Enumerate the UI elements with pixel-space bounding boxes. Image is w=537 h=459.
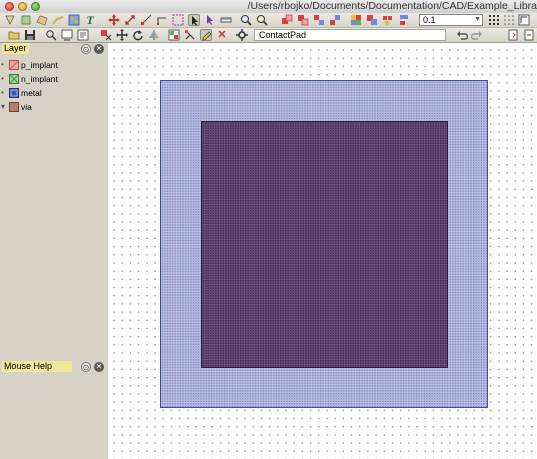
zoom-level-value: 0.1	[423, 15, 436, 25]
instance-tool-icon[interactable]	[68, 14, 80, 26]
layer-row-n-implant[interactable]: • n_implant	[0, 73, 107, 86]
layer-bottom-icon[interactable]	[329, 14, 341, 26]
undo-icon[interactable]	[456, 29, 469, 41]
document-icon[interactable]	[507, 29, 519, 41]
layer-name: via	[21, 102, 32, 112]
n-implant-swatch-icon	[9, 74, 19, 84]
move-icon[interactable]	[108, 14, 120, 26]
ruler-icon[interactable]	[220, 14, 232, 26]
layer-top-icon[interactable]	[313, 14, 325, 26]
close-panel-icon[interactable]: ✕	[94, 44, 104, 54]
layer-name: p_implant	[21, 60, 58, 70]
cut-icon[interactable]	[100, 29, 112, 41]
delete-icon[interactable]: ✕	[216, 29, 228, 41]
layer-palette-icon[interactable]	[168, 29, 180, 41]
layer-down-icon[interactable]	[297, 14, 309, 26]
wire-tool-icon[interactable]	[52, 14, 64, 26]
redo-icon[interactable]	[470, 29, 483, 41]
chevron-down-icon[interactable]: ▼	[474, 15, 481, 25]
window-title-bar: /Users/rbojko/Documents/Documentation/CA…	[0, 0, 537, 14]
zoom-level-combo[interactable]: 0.1 ▼	[419, 14, 483, 26]
layer-name: n_implant	[21, 74, 58, 84]
move-cross-icon[interactable]	[116, 29, 128, 41]
cell-name-field[interactable]: ContactPad	[254, 29, 446, 41]
eye-icon[interactable]: •	[1, 88, 4, 98]
settings-icon[interactable]	[236, 29, 248, 41]
layer-panel-title: Layer	[2, 43, 29, 54]
find-icon[interactable]	[45, 29, 57, 41]
left-dock-panel: Layer ⊙ ✕ • p_implant • n_implant • meta…	[0, 43, 107, 459]
layer-name: metal	[21, 88, 42, 98]
cell-hierarchy-icon[interactable]	[61, 29, 73, 41]
mouse-help-panel-title: Mouse Help	[2, 361, 72, 372]
layer-row-metal[interactable]: • metal	[0, 87, 107, 100]
polygon-tool-icon[interactable]	[36, 14, 48, 26]
window-minimize-button[interactable]	[18, 2, 27, 11]
window-close-button[interactable]	[5, 2, 14, 11]
edit-in-place-icon[interactable]	[200, 29, 212, 41]
rectangle-tool-icon[interactable]	[20, 14, 32, 26]
window-zoom-button[interactable]	[31, 2, 40, 11]
metal-swatch-icon	[9, 88, 19, 98]
mouse-help-panel-header: Mouse Help ⊙ ✕	[0, 361, 107, 373]
float-panel-icon[interactable]: ⊙	[81, 362, 91, 372]
layer-row-via[interactable]: ▾ via	[0, 101, 107, 114]
select-box-icon[interactable]	[172, 14, 184, 26]
scale-icon[interactable]	[140, 14, 152, 26]
metal-rectangle[interactable]	[201, 121, 448, 368]
cell-name-value: ContactPad	[259, 30, 307, 40]
export-icon[interactable]	[523, 29, 535, 41]
text-tool-icon[interactable]: T	[84, 14, 96, 26]
layer-row-p-implant[interactable]: • p_implant	[0, 59, 107, 72]
toolbar-bottom: ✕ ContactPad	[0, 28, 537, 43]
select-arrow-icon[interactable]	[188, 14, 200, 26]
zoom-in-icon[interactable]	[240, 14, 252, 26]
array-icon[interactable]	[382, 14, 394, 26]
toolbar-top: T 0.1 ▼	[0, 13, 537, 28]
p-implant-swatch-icon	[9, 60, 19, 70]
layer-panel-header: Layer ⊙ ✕	[0, 43, 107, 55]
open-folder-icon[interactable]	[8, 29, 20, 41]
zoom-out-icon[interactable]	[256, 14, 268, 26]
edit-points-icon[interactable]	[156, 14, 168, 26]
float-panel-icon[interactable]: ⊙	[81, 44, 91, 54]
boolean-icon[interactable]	[366, 14, 378, 26]
merge-icon[interactable]	[350, 14, 362, 26]
grid-icon[interactable]	[488, 14, 500, 26]
eye-icon[interactable]: •	[1, 60, 4, 70]
layer-up-icon[interactable]	[281, 14, 293, 26]
via-swatch-icon	[9, 102, 19, 112]
save-icon[interactable]	[24, 29, 36, 41]
eye-icon[interactable]: •	[1, 74, 4, 84]
align-icon[interactable]	[398, 14, 410, 26]
triangle-shape-icon[interactable]	[4, 14, 16, 26]
hierarchy-icon[interactable]	[184, 29, 196, 41]
rotate-icon[interactable]	[132, 29, 144, 41]
flip-icon[interactable]	[148, 29, 160, 41]
close-panel-icon[interactable]: ✕	[94, 362, 104, 372]
snap-icon[interactable]	[518, 14, 530, 26]
dotted-grid-icon[interactable]	[503, 14, 515, 26]
layout-canvas[interactable]	[108, 43, 537, 459]
chevron-down-icon[interactable]: ▾	[1, 102, 5, 112]
pick-icon[interactable]	[204, 14, 216, 26]
library-icon[interactable]	[77, 29, 89, 41]
stretch-icon[interactable]	[124, 14, 136, 26]
window-title: /Users/rbojko/Documents/Documentation/CA…	[247, 0, 537, 12]
